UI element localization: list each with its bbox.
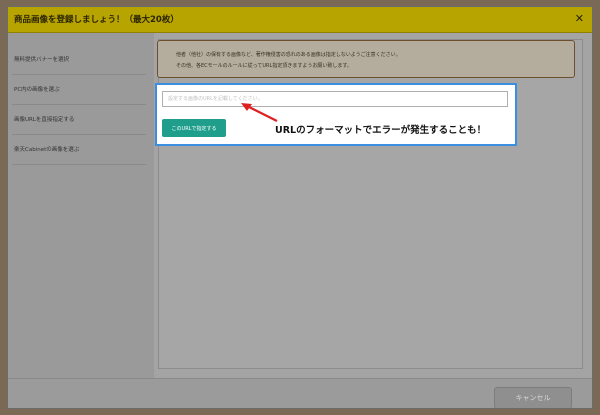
sidebar-item-label: 画像URLを直接指定する bbox=[14, 117, 75, 123]
annotation-arrow-icon bbox=[241, 103, 278, 122]
sidebar-item-image-url[interactable]: 画像URLを直接指定する bbox=[12, 105, 146, 135]
sidebar-item-free-banner[interactable]: 無料提供バナーを選択 bbox=[12, 45, 146, 75]
copyright-notice: 他者（他社）の保有する画像など、著作権侵害の恐れのある画像は指定しないようご注意… bbox=[157, 40, 575, 78]
notice-line-2: その他、各ECモールのルールに従ってURL指定頂きますようお願い致します。 bbox=[176, 63, 352, 69]
sidebar: 無料提供バナーを選択 PC内の画像を選ぶ 画像URLを直接指定する 楽天Cabi… bbox=[8, 33, 154, 378]
dialog-footer: キャンセル bbox=[8, 378, 592, 408]
notice-line-1: 他者（他社）の保有する画像など、著作権侵害の恐れのある画像は指定しないようご注意… bbox=[176, 52, 401, 58]
cancel-button[interactable]: キャンセル bbox=[494, 387, 572, 408]
url-input[interactable] bbox=[162, 91, 508, 107]
use-url-button[interactable]: このURLで指定する bbox=[162, 119, 226, 137]
url-form-highlight: このURLで指定する URLのフォーマットでエラーが発生することも！ bbox=[155, 83, 517, 146]
sidebar-item-pc-image[interactable]: PC内の画像を選ぶ bbox=[12, 75, 146, 105]
sidebar-item-rakuten-cabinet[interactable]: 楽天Cabinetの画像を選ぶ bbox=[12, 135, 146, 165]
error-annotation: URLのフォーマットでエラーが発生することも！ bbox=[275, 125, 487, 136]
sidebar-item-label: 楽天Cabinetの画像を選ぶ bbox=[14, 147, 80, 153]
sidebar-item-label: PC内の画像を選ぶ bbox=[14, 87, 60, 93]
close-icon[interactable]: ✕ bbox=[575, 12, 584, 25]
dialog-title-bar: 商品画像を登録しましょう！（最大20枚） ✕ bbox=[8, 7, 592, 33]
dialog-title: 商品画像を登録しましょう！（最大20枚） bbox=[14, 15, 179, 25]
sidebar-item-label: 無料提供バナーを選択 bbox=[14, 57, 70, 63]
